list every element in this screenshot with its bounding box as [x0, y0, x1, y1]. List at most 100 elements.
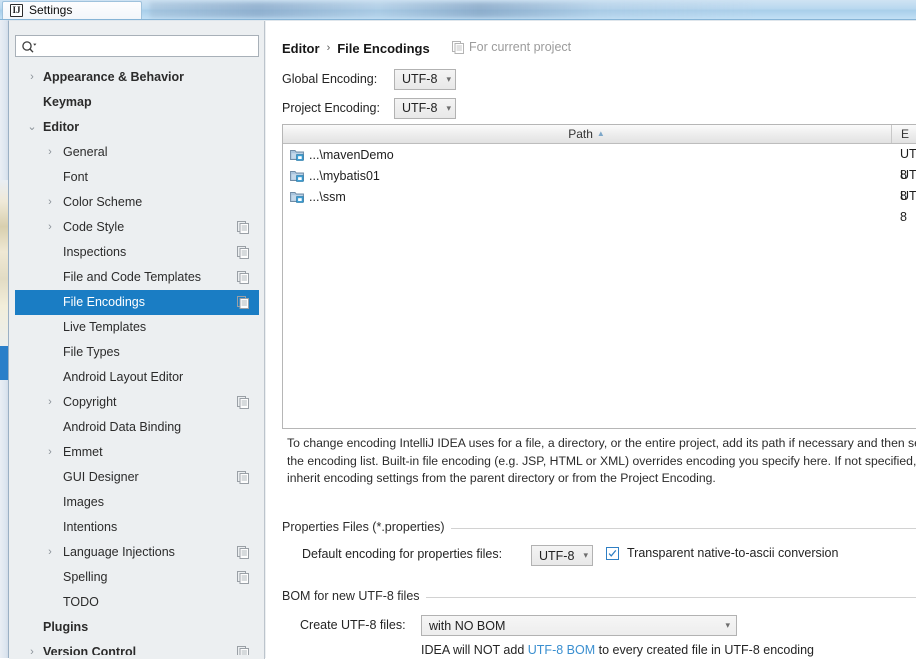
sidebar-item-gui-designer[interactable]: GUI Designer	[15, 465, 259, 490]
chevron-right-icon[interactable]: ›	[43, 215, 57, 240]
sidebar-item-copyright[interactable]: ›Copyright	[15, 390, 259, 415]
sidebar-item-label: Intentions	[63, 515, 117, 540]
copy-settings-icon	[237, 246, 249, 259]
table-cell-path: ...\mavenDemo	[290, 144, 394, 165]
bom-section-title: BOM for new UTF-8 files	[282, 589, 426, 605]
chevron-right-icon[interactable]: ›	[25, 65, 39, 90]
project-encoding-value: UTF-8	[402, 101, 437, 115]
native-to-ascii-checkbox-row[interactable]: Transparent native-to-ascii conversion	[606, 546, 838, 560]
column-header-path-label: Path	[568, 127, 593, 141]
tree-spacer	[43, 465, 57, 490]
sidebar-item-label: File Encodings	[63, 290, 145, 315]
sidebar-item-editor[interactable]: ⌄Editor	[15, 115, 259, 140]
chevron-down-icon[interactable]: ⌄	[25, 115, 39, 140]
sidebar-item-file-and-code-templates[interactable]: File and Code Templates	[15, 265, 259, 290]
sidebar-item-general[interactable]: ›General	[15, 140, 259, 165]
breadcrumb-parent[interactable]: Editor	[282, 41, 320, 56]
bom-note-link[interactable]: UTF-8 BOM	[528, 643, 595, 657]
table-cell-encoding[interactable]: UTF-8	[900, 144, 916, 165]
chevron-down-icon: ▾	[583, 550, 588, 561]
sidebar-item-intentions[interactable]: Intentions	[15, 515, 259, 540]
sidebar-item-label: GUI Designer	[63, 465, 139, 490]
sidebar-item-version-control[interactable]: ›Version Control	[15, 640, 259, 655]
native-to-ascii-checkbox[interactable]	[606, 547, 619, 560]
copy-settings-icon	[237, 271, 249, 284]
sidebar-item-images[interactable]: Images	[15, 490, 259, 515]
tree-spacer	[25, 90, 39, 115]
chevron-right-icon[interactable]: ›	[43, 140, 57, 165]
sidebar-item-label: Code Style	[63, 215, 124, 240]
settings-dialog: ›Appearance & BehaviorKeymap⌄Editor›Gene…	[8, 20, 916, 658]
sidebar-item-emmet[interactable]: ›Emmet	[15, 440, 259, 465]
sidebar-item-file-types[interactable]: File Types	[15, 340, 259, 365]
tree-spacer	[43, 265, 57, 290]
column-header-encoding[interactable]: E	[891, 125, 916, 143]
chevron-right-icon[interactable]: ›	[43, 440, 57, 465]
file-encodings-panel: Editor › File Encodings For current proj…	[266, 21, 916, 659]
sidebar-item-android-layout-editor[interactable]: Android Layout Editor	[15, 365, 259, 390]
tree-spacer	[43, 490, 57, 515]
sidebar-item-spelling[interactable]: Spelling	[15, 565, 259, 590]
sidebar-item-label: TODO	[63, 590, 99, 615]
sidebar-item-font[interactable]: Font	[15, 165, 259, 190]
table-cell-encoding[interactable]: UTF-8	[900, 186, 916, 207]
sidebar-item-inspections[interactable]: Inspections	[15, 240, 259, 265]
create-utf8-files-dropdown[interactable]: with NO BOM ▾	[421, 615, 737, 636]
sidebar-item-label: Copyright	[63, 390, 117, 415]
sidebar-item-label: File and Code Templates	[63, 265, 201, 290]
folder-icon	[290, 148, 304, 161]
global-encoding-dropdown[interactable]: UTF-8 ▾	[394, 69, 456, 90]
copy-settings-icon	[237, 221, 249, 234]
sidebar-item-todo[interactable]: TODO	[15, 590, 259, 615]
sidebar-item-label: Live Templates	[63, 315, 146, 340]
table-row[interactable]: ...\ssm UTF-8	[283, 186, 916, 207]
chevron-down-icon: ▾	[725, 620, 730, 631]
window-title: Settings	[29, 3, 72, 17]
sidebar-item-language-injections[interactable]: ›Language Injections	[15, 540, 259, 565]
tree-spacer	[43, 340, 57, 365]
table-row[interactable]: ...\mavenDemo UTF-8	[283, 144, 916, 165]
sidebar-item-label: Android Data Binding	[63, 415, 181, 440]
search-input[interactable]	[40, 36, 256, 56]
native-to-ascii-label: Transparent native-to-ascii conversion	[627, 546, 838, 560]
table-cell-path-label: ...\mybatis01	[309, 169, 380, 183]
breadcrumb-separator-icon: ›	[327, 42, 331, 54]
sidebar-item-appearance-behavior[interactable]: ›Appearance & Behavior	[15, 65, 259, 90]
bom-note-suffix: to every created file in UTF-8 encoding	[595, 643, 814, 657]
sidebar-item-label: Font	[63, 165, 88, 190]
sidebar-item-code-style[interactable]: ›Code Style	[15, 215, 259, 240]
table-cell-path-label: ...\ssm	[309, 190, 346, 204]
project-encoding-row: Project Encoding: UTF-8 ▾	[282, 97, 456, 119]
encodings-table[interactable]: Path▲ E ...\mavenDemo UTF-8 ...\mybatis01…	[282, 124, 916, 429]
create-utf8-files-value: with NO BOM	[429, 619, 505, 633]
table-body: ...\mavenDemo UTF-8 ...\mybatis01 UTF-8 ..…	[283, 144, 916, 207]
sidebar-item-label: Images	[63, 490, 104, 515]
search-box[interactable]	[15, 35, 259, 57]
default-properties-encoding-dropdown[interactable]: UTF-8 ▾	[531, 545, 593, 566]
chevron-right-icon[interactable]: ›	[43, 390, 57, 415]
sidebar-item-color-scheme[interactable]: ›Color Scheme	[15, 190, 259, 215]
folder-icon	[290, 190, 304, 203]
intellij-idea-logo-icon: IJ	[10, 4, 23, 17]
sidebar-item-plugins[interactable]: Plugins	[15, 615, 259, 640]
project-encoding-dropdown[interactable]: UTF-8 ▾	[394, 98, 456, 119]
tree-spacer	[43, 240, 57, 265]
sidebar-item-file-encodings[interactable]: File Encodings	[15, 290, 259, 315]
sidebar-item-label: Inspections	[63, 240, 126, 265]
sidebar-item-label: Appearance & Behavior	[43, 65, 184, 90]
chevron-right-icon[interactable]: ›	[25, 640, 39, 655]
chevron-right-icon[interactable]: ›	[43, 190, 57, 215]
table-cell-path: ...\mybatis01	[290, 165, 380, 186]
sidebar-item-android-data-binding[interactable]: Android Data Binding	[15, 415, 259, 440]
settings-tree[interactable]: ›Appearance & BehaviorKeymap⌄Editor›Gene…	[15, 65, 259, 655]
table-row[interactable]: ...\mybatis01 UTF-8	[283, 165, 916, 186]
column-header-path[interactable]: Path▲	[283, 125, 890, 143]
titlebar-blurred-background	[150, 2, 750, 18]
properties-section-title: Properties Files (*.properties)	[282, 520, 451, 536]
copy-settings-icon	[237, 471, 249, 484]
chevron-right-icon[interactable]: ›	[43, 540, 57, 565]
sidebar-item-keymap[interactable]: Keymap	[15, 90, 259, 115]
sidebar-item-live-templates[interactable]: Live Templates	[15, 315, 259, 340]
tree-spacer	[43, 590, 57, 615]
table-cell-encoding[interactable]: UTF-8	[900, 165, 916, 186]
